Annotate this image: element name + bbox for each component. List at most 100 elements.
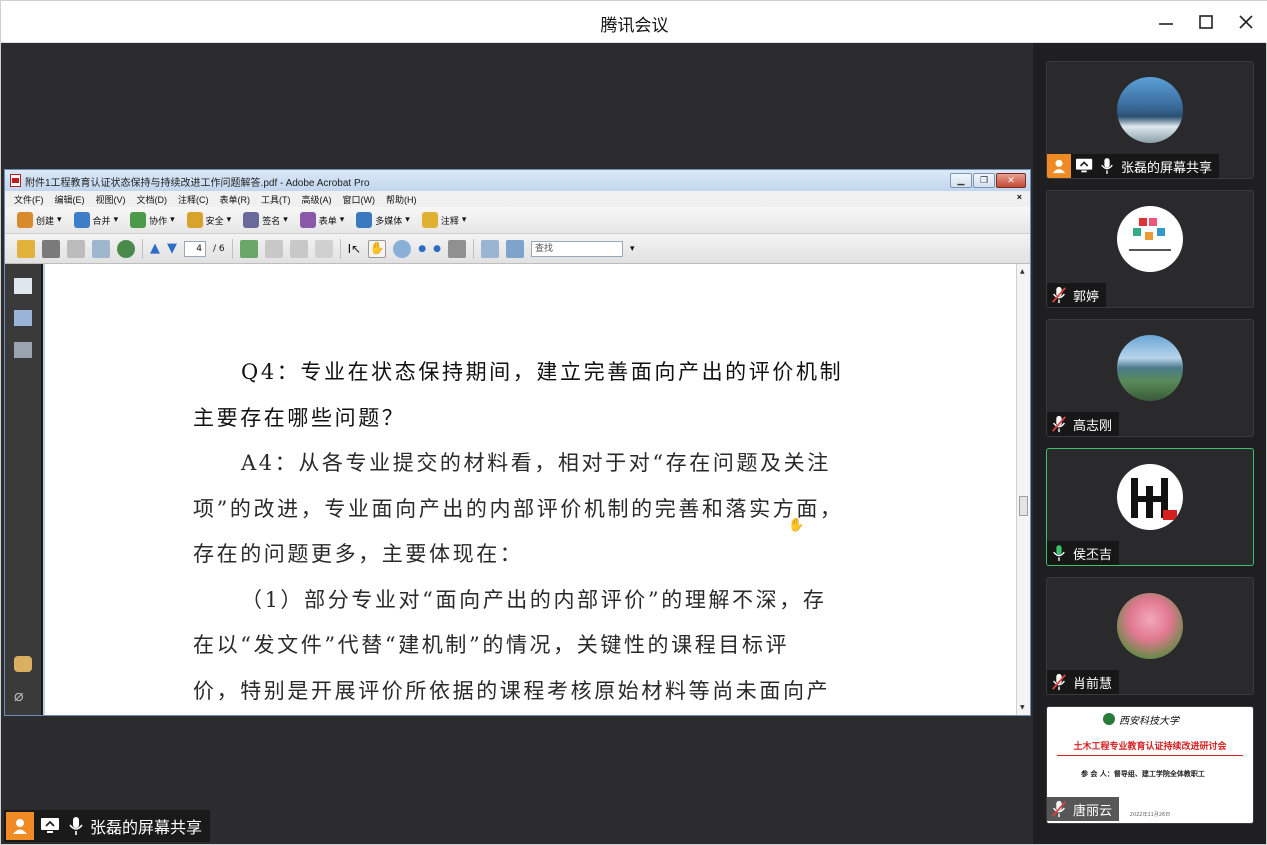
participant-tile-active[interactable]: 侯丕吉 bbox=[1046, 448, 1254, 566]
participant-name: 肖前慧 bbox=[1073, 676, 1113, 692]
acrobat-restore-button[interactable]: ❐ bbox=[973, 173, 995, 188]
print-icon[interactable] bbox=[42, 239, 60, 258]
doc-line: A4：从各专业提交的材料看，相对于对“存在问题及关注 bbox=[241, 451, 831, 475]
hand-cursor-icon: ✋ bbox=[788, 518, 805, 533]
screen-share-icon bbox=[41, 818, 59, 833]
combine-button[interactable]: 合并 ▾ bbox=[73, 212, 118, 228]
avatar bbox=[1117, 464, 1183, 530]
hand-tool-icon[interactable]: ✋ bbox=[368, 239, 387, 258]
participant-tile[interactable]: 西安科技大学 土木工程专业教育认证持续改进研讨会 参 会 人：督导组、建工学院全… bbox=[1046, 706, 1254, 824]
host-icon bbox=[1047, 154, 1071, 178]
acrobat-title: 附件1工程教育认证状态保持与持续改进工作问题解答.pdf - Adobe Acr… bbox=[25, 178, 370, 189]
scroll-up-icon[interactable]: ▲ bbox=[1020, 268, 1025, 275]
multimedia-button[interactable]: 多媒体 ▾ bbox=[356, 212, 410, 228]
menu-view[interactable]: 视图(V) bbox=[96, 193, 126, 207]
menu-help[interactable]: 帮助(H) bbox=[386, 193, 417, 207]
acrobat-window[interactable]: 附件1工程教育认证状态保持与持续改进工作问题解答.pdf - Adobe Acr… bbox=[4, 169, 1031, 716]
document-view[interactable]: Q4：专业在状态保持期间，建立完善面向产出的评价机制 主要存在哪些问题？ A4：… bbox=[45, 264, 1016, 715]
globe-icon[interactable] bbox=[117, 239, 135, 258]
participant-tile[interactable]: 张磊的屏幕共享 bbox=[1046, 61, 1254, 179]
toolbar-separator bbox=[339, 238, 341, 259]
find-dropdown-icon[interactable]: ▾ bbox=[630, 244, 635, 254]
microphone-icon bbox=[1098, 156, 1116, 176]
menu-advanced[interactable]: 高级(A) bbox=[302, 193, 332, 207]
menu-tools[interactable]: 工具(T) bbox=[261, 193, 291, 207]
maximize-icon bbox=[1199, 15, 1213, 29]
multimedia-icon bbox=[356, 212, 373, 228]
email-icon[interactable] bbox=[92, 239, 110, 258]
zoom-in-icon[interactable]: ● bbox=[433, 244, 441, 254]
close-button[interactable] bbox=[1231, 7, 1261, 37]
doc-line: （1）部分专业对“面向产出的内部评价”的理解不深，存 bbox=[241, 587, 827, 612]
find-input[interactable]: 查找 bbox=[530, 240, 623, 257]
menu-document[interactable]: 文档(D) bbox=[137, 193, 168, 207]
comment-button[interactable]: 注释 ▾ bbox=[421, 212, 466, 228]
sign-button[interactable]: 签名 ▾ bbox=[243, 212, 288, 228]
doc-line: 存在的问题更多，主要体现在： bbox=[193, 542, 524, 566]
scroll-thumb[interactable] bbox=[1019, 496, 1028, 516]
minimize-button[interactable] bbox=[1151, 7, 1181, 37]
acrobat-minimize-button[interactable]: ▁ bbox=[950, 173, 972, 188]
screen-share-icon bbox=[1076, 158, 1093, 173]
participant-tile[interactable]: 郭婷 bbox=[1046, 190, 1254, 308]
comments-icon[interactable] bbox=[14, 656, 32, 672]
menu-file[interactable]: 文件(F) bbox=[14, 193, 44, 207]
redo-icon[interactable] bbox=[289, 239, 308, 258]
create-button[interactable]: 创建 ▾ bbox=[17, 212, 62, 228]
muted-microphone-icon bbox=[1050, 799, 1068, 819]
page-number-input[interactable]: 4 bbox=[184, 240, 206, 257]
participant-name-bar: 唐丽云 bbox=[1047, 797, 1120, 821]
previous-page-icon[interactable]: ▲ bbox=[150, 241, 160, 256]
secure-button[interactable]: 安全 ▾ bbox=[186, 212, 231, 228]
participant-tile[interactable]: 高志刚 bbox=[1046, 319, 1254, 437]
scroll-down-icon[interactable]: ▼ bbox=[1020, 704, 1025, 711]
page-total: / 6 bbox=[213, 243, 225, 254]
attachments-icon[interactable]: ⌀ bbox=[14, 686, 32, 705]
university-logo-icon bbox=[1103, 713, 1115, 725]
undo-icon[interactable] bbox=[264, 239, 283, 258]
snapshot-icon[interactable] bbox=[314, 239, 333, 258]
menu-forms[interactable]: 表单(R) bbox=[220, 193, 251, 207]
participant-name: 唐丽云 bbox=[1073, 803, 1113, 819]
spellcheck-icon[interactable] bbox=[239, 239, 258, 258]
menu-edit[interactable]: 编辑(E) bbox=[55, 193, 85, 207]
slide-attendees: 参 会 人：督导组、建工学院全体教职工 bbox=[1081, 770, 1205, 778]
muted-microphone-icon bbox=[1050, 285, 1068, 305]
document-close-button[interactable]: × bbox=[1017, 192, 1022, 202]
minimize-icon bbox=[1159, 23, 1173, 25]
forms-button[interactable]: 表单 ▾ bbox=[299, 212, 344, 228]
host-icon bbox=[6, 812, 34, 840]
lock-icon bbox=[186, 212, 203, 228]
camera-icon[interactable] bbox=[447, 239, 466, 258]
zoom-icon[interactable] bbox=[393, 239, 412, 258]
menu-window[interactable]: 窗口(W) bbox=[343, 193, 376, 207]
save-icon[interactable] bbox=[67, 239, 85, 258]
acrobat-title-bar: 附件1工程教育认证状态保持与持续改进工作问题解答.pdf - Adobe Acr… bbox=[5, 170, 1030, 191]
vertical-scrollbar[interactable]: ▲ ▼ bbox=[1016, 264, 1030, 715]
slide-university: 西安科技大学 bbox=[1119, 716, 1179, 727]
close-icon bbox=[1239, 15, 1253, 29]
zoom-out-icon[interactable]: ● bbox=[418, 244, 426, 254]
signatures-icon[interactable] bbox=[14, 342, 32, 358]
toolbar-separator bbox=[231, 238, 233, 259]
participant-name: 高志刚 bbox=[1073, 418, 1113, 434]
fit-page-icon[interactable] bbox=[480, 239, 499, 258]
avatar bbox=[1117, 593, 1183, 659]
next-page-icon[interactable]: ▼ bbox=[167, 241, 177, 256]
collaborate-button[interactable]: 协作 ▾ bbox=[130, 212, 175, 228]
participant-name-bar: 高志刚 bbox=[1047, 412, 1120, 436]
full-screen-icon[interactable] bbox=[505, 239, 524, 258]
pdf-icon bbox=[10, 174, 21, 187]
participant-tile[interactable]: 肖前慧 bbox=[1046, 577, 1254, 695]
forms-icon bbox=[299, 212, 316, 228]
acrobat-close-button[interactable]: ✕ bbox=[996, 173, 1026, 188]
navigation-pane: ⌀ bbox=[5, 264, 43, 715]
maximize-button[interactable] bbox=[1191, 7, 1221, 37]
menu-comments[interactable]: 注释(C) bbox=[178, 193, 209, 207]
pages-icon[interactable] bbox=[14, 278, 32, 294]
open-folder-icon[interactable] bbox=[17, 239, 35, 258]
bookmarks-icon[interactable] bbox=[14, 310, 32, 326]
doc-line: 在以“发文件”代替“建机制”的情况，关键性的课程目标评 bbox=[193, 633, 790, 657]
doc-line: Q4：专业在状态保持期间，建立完善面向产出的评价机制 bbox=[241, 360, 844, 384]
select-tool-icon[interactable]: I↖ bbox=[348, 242, 362, 256]
